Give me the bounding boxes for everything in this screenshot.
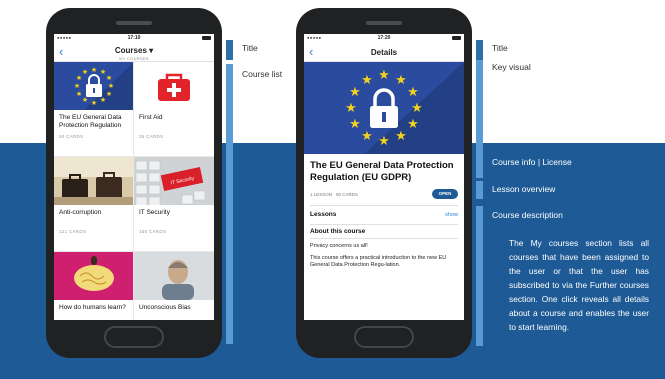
status-bar: ●●●●● 17:10 bbox=[54, 34, 214, 43]
svg-text:★: ★ bbox=[378, 134, 390, 149]
phone-courses: ●●●●● 17:10 ‹ Courses ▾ MY COURSES ★ ★ ★ ★… bbox=[46, 8, 222, 358]
annotation-course-info: Course info | License bbox=[492, 157, 572, 167]
svg-text:★: ★ bbox=[74, 82, 80, 90]
chevron-left-icon[interactable]: ‹ bbox=[309, 45, 313, 58]
course-title: Unconscious Bias bbox=[139, 304, 191, 311]
about-heading: About this course bbox=[310, 228, 366, 235]
home-button[interactable] bbox=[104, 326, 164, 348]
svg-text:★: ★ bbox=[395, 73, 407, 88]
details-screen: ●●●●● 17:20 ‹ Details ★ ★ ★ ★ ★ ★ ★ ★ ★ ★ ★ ★ bbox=[304, 34, 464, 320]
phone-details: ●●●●● 17:20 ‹ Details ★ ★ ★ ★ ★ ★ ★ ★ ★ ★ ★ ★ bbox=[296, 8, 472, 358]
course-card-gdpr[interactable]: ★ ★ ★ ★ ★ ★ ★ ★ ★ ★ ★ ★ The EU General Data Prot… bbox=[54, 62, 134, 157]
course-title: How do humans learn? bbox=[59, 304, 126, 311]
course-title: The EU General Data Protection Regulatio… bbox=[59, 114, 122, 129]
course-title: IT Security bbox=[139, 209, 170, 216]
page-subtitle: MY COURSES bbox=[119, 56, 149, 61]
svg-text:★: ★ bbox=[378, 68, 390, 83]
svg-text:★: ★ bbox=[100, 96, 106, 104]
divider bbox=[310, 238, 458, 239]
course-card-count: 50 CARDS bbox=[59, 134, 84, 139]
divider bbox=[310, 205, 458, 206]
annotation-bar-title-left bbox=[226, 40, 233, 60]
svg-text:★: ★ bbox=[82, 68, 88, 76]
about-text-2: This course offers a practical introduct… bbox=[310, 254, 447, 269]
course-title: Anti-corruption bbox=[59, 209, 102, 216]
open-button[interactable]: OPEN bbox=[432, 189, 458, 199]
course-meta: 1 LESSON · 50 CARDS bbox=[310, 192, 359, 197]
svg-text:★: ★ bbox=[349, 117, 361, 132]
svg-text:★: ★ bbox=[106, 74, 112, 82]
phone-speaker bbox=[116, 21, 152, 25]
svg-text:★: ★ bbox=[345, 101, 357, 116]
annotation-bar-key-visual bbox=[476, 60, 483, 152]
status-time: 17:10 bbox=[127, 35, 141, 41]
course-card-count: 155 CARDS bbox=[139, 229, 167, 234]
svg-text:★: ★ bbox=[108, 82, 114, 90]
show-lessons-link[interactable]: show bbox=[445, 212, 458, 218]
chevron-left-icon[interactable]: ‹ bbox=[59, 45, 63, 58]
course-card-how-humans-learn[interactable]: How do humans learn? bbox=[54, 252, 134, 320]
annotation-key-visual: Key visual bbox=[492, 62, 531, 72]
brain-thumbnail bbox=[54, 252, 133, 300]
svg-text:★: ★ bbox=[411, 101, 423, 116]
svg-text:★: ★ bbox=[361, 129, 373, 144]
svg-text:★: ★ bbox=[91, 66, 97, 74]
details-navbar: ‹ Details bbox=[304, 43, 464, 62]
course-card-first-aid[interactable]: First Aid 35 CARDS bbox=[134, 62, 214, 157]
annotation-title-left: Title bbox=[242, 43, 258, 53]
first-aid-kit-thumbnail bbox=[134, 62, 214, 110]
lessons-label: Lessons bbox=[310, 211, 337, 218]
annotation-title-right: Title bbox=[492, 43, 508, 53]
svg-text:★: ★ bbox=[361, 73, 373, 88]
course-title: First Aid bbox=[139, 114, 163, 121]
course-title: The EU General Data Protection Regulatio… bbox=[310, 160, 454, 183]
keyboard-thumbnail: IT Security bbox=[134, 157, 214, 205]
divider bbox=[310, 224, 458, 225]
lesson-overview: Lessons show bbox=[310, 209, 458, 221]
page-title[interactable]: Courses ▾ bbox=[54, 43, 214, 55]
svg-text:★: ★ bbox=[407, 85, 419, 100]
svg-text:★: ★ bbox=[349, 85, 361, 100]
home-button[interactable] bbox=[354, 326, 414, 348]
about-text-1: Privacy concerns us all! bbox=[310, 243, 368, 249]
status-time: 17:20 bbox=[377, 35, 391, 41]
section-description: The My courses section lists all courses… bbox=[509, 238, 649, 332]
course-card-unconscious-bias[interactable]: Unconscious Bias bbox=[134, 252, 214, 320]
svg-text:★: ★ bbox=[76, 90, 82, 98]
key-visual: ★ ★ ★ ★ ★ ★ ★ ★ ★ ★ ★ ★ bbox=[304, 62, 464, 154]
course-card-anti-corruption[interactable]: Anti-corruption 121 CARDS bbox=[54, 157, 134, 252]
course-card-count: 35 CARDS bbox=[139, 134, 164, 139]
courses-navbar: ‹ Courses ▾ MY COURSES bbox=[54, 43, 214, 62]
course-info-row: 1 LESSON · 50 CARDS OPEN bbox=[310, 188, 458, 202]
eu-lock-thumbnail: ★ ★ ★ ★ ★ ★ ★ ★ ★ ★ ★ ★ bbox=[54, 62, 133, 110]
briefcase-handshake-thumbnail bbox=[54, 157, 133, 205]
svg-text:★: ★ bbox=[106, 90, 112, 98]
status-bar: ●●●●● 17:20 bbox=[304, 34, 464, 43]
course-card-it-security[interactable]: IT Security IT Security 155 CARDS bbox=[134, 157, 214, 252]
battery-icon bbox=[452, 36, 461, 40]
annotation-bar-course-info bbox=[476, 152, 483, 178]
svg-text:★: ★ bbox=[407, 117, 419, 132]
details-body: The EU General Data Protection Regulatio… bbox=[304, 160, 464, 270]
annotation-bar-title-right bbox=[476, 40, 483, 60]
annotation-bar-lesson-overview bbox=[476, 181, 483, 199]
svg-text:★: ★ bbox=[82, 96, 88, 104]
phone-speaker bbox=[366, 21, 402, 25]
annotation-bar-course-description bbox=[476, 206, 483, 346]
course-list: ★ ★ ★ ★ ★ ★ ★ ★ ★ ★ ★ ★ The EU General Data Prot… bbox=[54, 62, 214, 320]
svg-text:★: ★ bbox=[395, 129, 407, 144]
svg-text:★: ★ bbox=[91, 99, 97, 107]
person-thumbnail bbox=[134, 252, 214, 300]
annotation-course-description: Course description bbox=[492, 210, 563, 220]
annotation-bar-course-list bbox=[226, 64, 233, 344]
annotation-lesson-overview: Lesson overview bbox=[492, 184, 556, 194]
courses-screen: ●●●●● 17:10 ‹ Courses ▾ MY COURSES ★ ★ ★ ★… bbox=[54, 34, 214, 320]
page-title: Details bbox=[370, 48, 398, 57]
course-card-count: 121 CARDS bbox=[59, 229, 87, 234]
battery-icon bbox=[202, 36, 211, 40]
annotation-course-list: Course list bbox=[242, 69, 283, 79]
